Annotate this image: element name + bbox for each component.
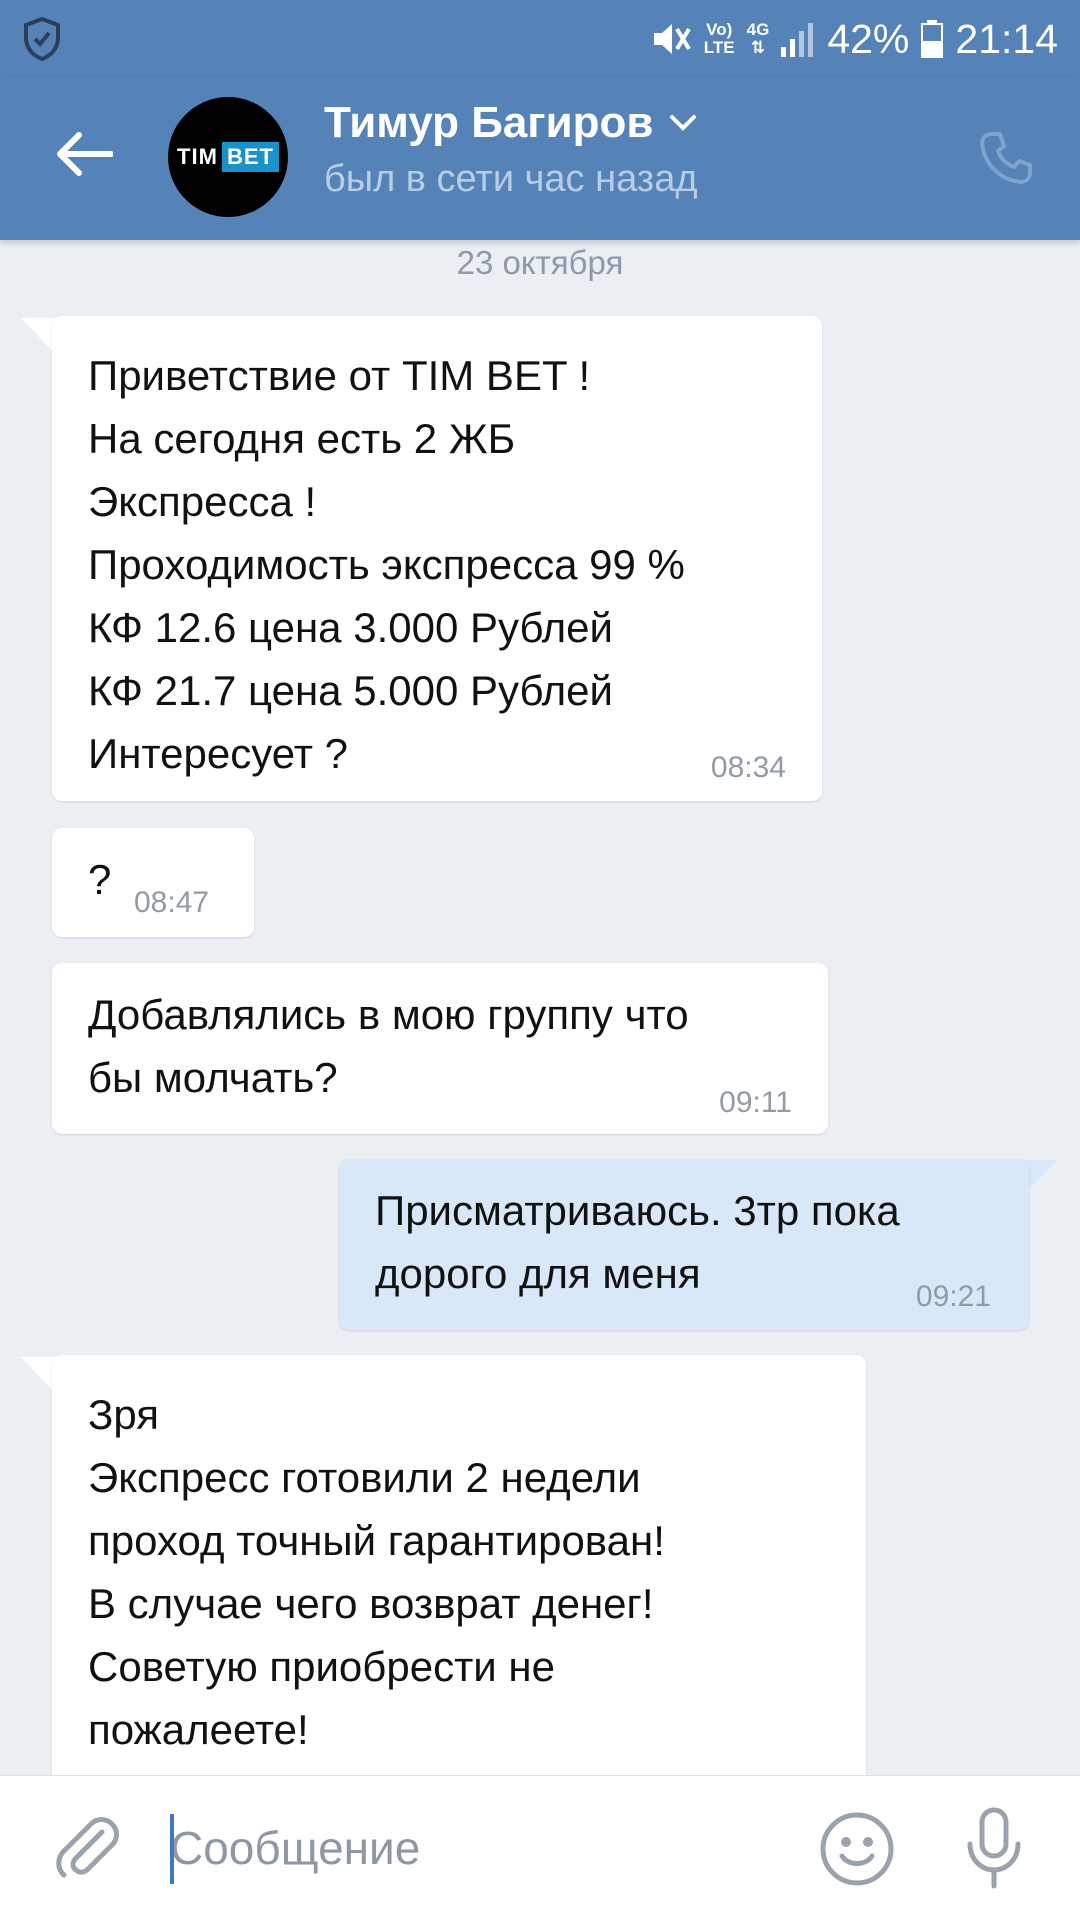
chat-header: TIM BET Тимур Багиров был в сети час наз…: [0, 78, 1080, 240]
message-text: Приветствие от TIM BET ! На сегодня есть…: [88, 352, 685, 777]
clock: 21:14: [955, 15, 1058, 62]
status-bar: Vo) LTE 4G ⇅ 42% 21:14: [0, 0, 1080, 78]
battery-percent: 42%: [827, 15, 910, 62]
message-text: ?: [88, 856, 112, 903]
network-type: 4G ⇅: [746, 20, 770, 57]
text-cursor: [170, 1814, 174, 1884]
chevron-down-icon: [670, 115, 697, 131]
message-bubble-outgoing[interactable]: Присматриваюсь. 3тр пока дорого для меня…: [339, 1159, 1029, 1330]
avatar-text-left: TIM: [177, 144, 218, 169]
volte-indicator: Vo) LTE: [703, 20, 735, 57]
contact-name: Тимур Багиров: [324, 98, 654, 147]
message-time: 08:34: [710, 751, 786, 784]
message-bubble-incoming[interactable]: Добавлялись в мою группу что бы молчать?…: [52, 963, 828, 1134]
contact-name-button[interactable]: Тимур Багиров: [324, 98, 697, 148]
message-text: Присматриваюсь. 3тр пока дорого для меня: [375, 1187, 900, 1297]
message-composer: [0, 1775, 1080, 1920]
message-time: 09:11: [719, 1086, 792, 1119]
message-bubble-incoming[interactable]: Приветствие от TIM BET ! На сегодня есть…: [52, 316, 822, 801]
message-input[interactable]: [170, 1806, 780, 1890]
signal-icon: [781, 23, 814, 57]
contact-status: был в сети час назад: [324, 158, 698, 200]
message-text: Зря Экспресс готовили 2 недели проход то…: [88, 1391, 665, 1753]
avatar-text-right: BET: [221, 142, 279, 172]
battery-icon: [921, 20, 944, 58]
back-button[interactable]: [44, 114, 124, 194]
bubble-tail: [20, 1357, 56, 1393]
phone-icon: [980, 132, 1032, 184]
microphone-icon[interactable]: [958, 1806, 1030, 1890]
message-text: Добавлялись в мою группу что бы молчать?: [88, 991, 689, 1101]
message-time: 08:47: [134, 886, 210, 919]
mute-icon: [653, 24, 691, 54]
date-separator: 23 октября: [456, 244, 624, 281]
smiley-icon[interactable]: [818, 1810, 896, 1888]
arrow-left-icon: [57, 132, 113, 176]
avatar[interactable]: TIM BET: [168, 97, 288, 217]
bubble-tail: [20, 318, 56, 354]
call-button[interactable]: [968, 120, 1044, 196]
paperclip-icon[interactable]: [50, 1812, 122, 1884]
message-time: 09:21: [915, 1280, 991, 1313]
shield-icon: [24, 16, 60, 62]
message-bubble-incoming[interactable]: ? 08:47: [52, 828, 254, 937]
message-bubble-incoming[interactable]: Зря Экспресс готовили 2 недели проход то…: [52, 1355, 866, 1795]
